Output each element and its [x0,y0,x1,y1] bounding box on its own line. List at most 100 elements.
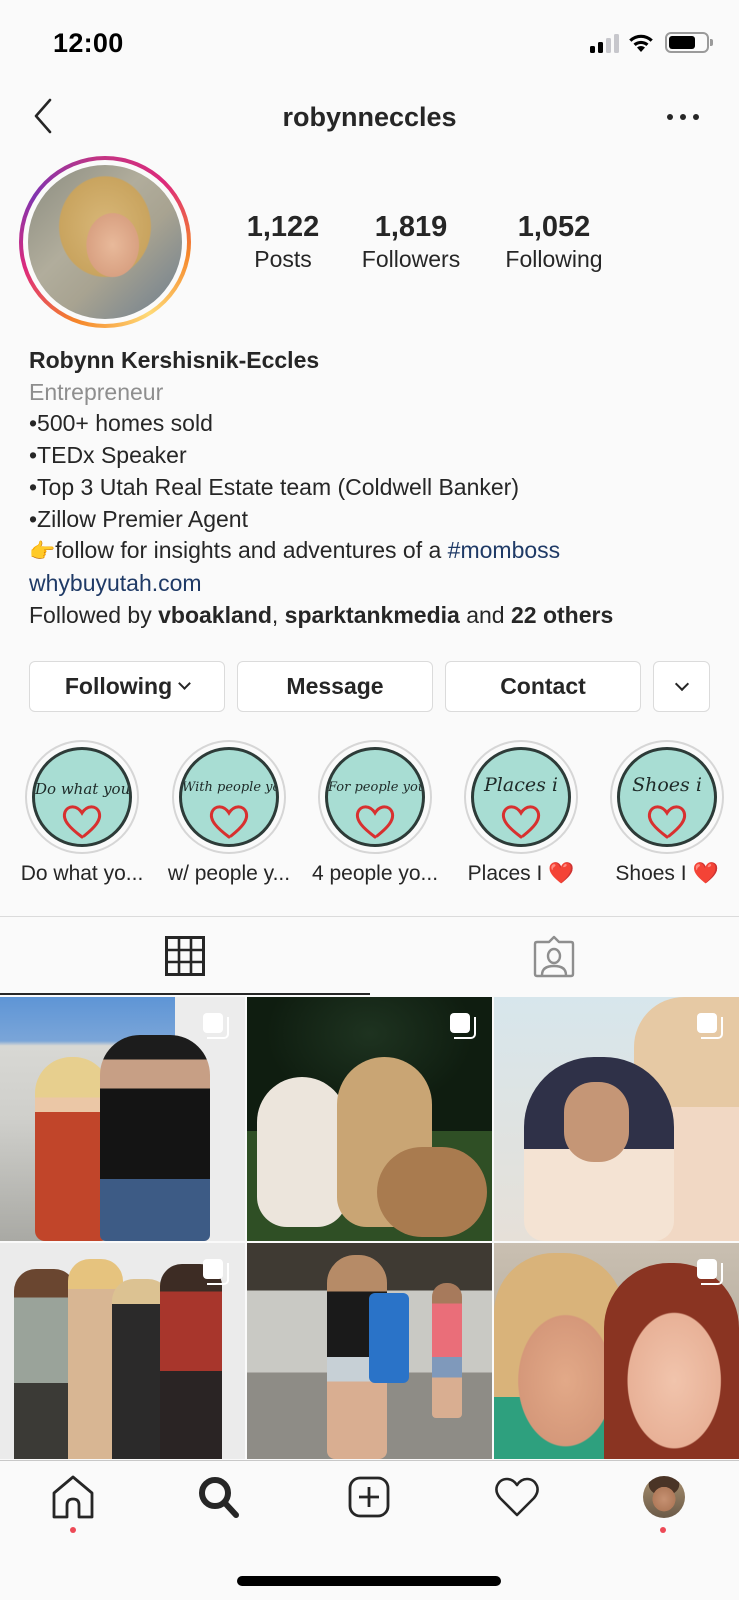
separator: , [271,601,285,628]
stat-posts-value: 1,122 [246,211,320,243]
post-grid [0,997,739,1459]
suggested-accounts-button[interactable] [653,661,710,712]
highlight-cover: Do what you [32,747,132,847]
nav-profile[interactable] [634,1467,694,1527]
highlight-cover-text: Shoes i [632,774,702,796]
highlight-label: 4 people yo... [311,862,439,885]
heart-icon [62,805,102,839]
stat-followers-label: Followers [361,246,461,272]
pointing-hand-emoji: 👉 [29,540,56,564]
highlight-cover: With people you [179,747,279,847]
notification-dot [70,1527,76,1533]
tagged-person-icon [534,935,575,978]
bio-line: •Zillow Premier Agent [29,505,248,532]
profile-avatar [643,1476,685,1518]
battery-icon [665,32,713,53]
highlight-cover: Places i [471,747,571,847]
followed-by-prefix: Followed by [29,601,159,628]
nav-search[interactable] [189,1467,249,1527]
add-post-icon [348,1476,390,1518]
profile-header: robynneccles [0,88,739,148]
highlight-label: Places I ❤️ [467,862,575,885]
following-button[interactable]: Following [29,661,225,712]
home-icon [52,1475,94,1519]
heart-icon [209,805,249,839]
grid-icon [164,936,205,976]
chevron-down-icon [674,676,689,691]
post-thumbnail[interactable] [0,997,245,1241]
multiple-photos-icon [203,1259,229,1285]
bio-line: •Top 3 Utah Real Estate team (Coldwell B… [29,473,519,500]
follower-username[interactable]: vboakland [158,602,272,628]
heart-icon [647,805,687,839]
highlight-cover-text: With people you [182,780,279,795]
contact-button-label: Contact [500,673,586,699]
bio-line: •500+ homes sold [29,410,213,437]
stat-following-label: Following [505,246,603,272]
profile-category: Entrepreneur [29,378,164,405]
bio-line: •TEDx Speaker [29,442,187,469]
followed-by[interactable]: Followed by vboakland, sparktankmedia an… [29,600,719,632]
following-button-label: Following [64,673,173,699]
stat-following[interactable]: 1,052 Following [484,210,624,274]
post-thumbnail[interactable] [494,997,739,1241]
profile-bio: Robynn Kershisnik-Eccles Entrepreneur •5… [29,345,719,631]
post-thumbnail[interactable] [247,1243,492,1459]
followers-others-count[interactable]: 22 others [511,602,613,628]
status-bar: 12:00 [0,0,739,90]
heart-icon [355,805,395,839]
bio-cta-line: 👉follow for insights and adventures of a… [29,535,719,568]
hashtag-link[interactable]: #momboss [448,537,560,563]
message-button[interactable]: Message [237,661,433,712]
profile-full-name: Robynn Kershisnik-Eccles [29,347,320,373]
highlight-label: Do what yo... [20,862,144,885]
highlight-item[interactable]: Do what you Do what yo... [17,740,147,886]
stat-following-value: 1,052 [517,211,591,243]
highlight-item[interactable]: With people you w/ people y... [164,740,294,886]
status-time: 12:00 [53,28,124,58]
highlight-item[interactable]: Places i Places I ❤️ [456,740,586,886]
highlight-label: Shoes I ❤️ [615,862,719,885]
heart-icon [495,1477,539,1517]
profile-avatar-story-ring[interactable] [19,156,191,328]
highlight-cover-text: Do what you [35,780,131,798]
username-title: robynneccles [282,102,457,132]
tab-grid[interactable] [0,917,370,995]
nav-home[interactable] [43,1467,103,1527]
more-options-button[interactable] [667,102,699,132]
profile-actions: Following Message Contact [29,661,710,712]
highlight-item[interactable]: Shoes i Shoes I ❤️ [602,740,732,886]
notification-dot [660,1527,666,1533]
profile-tabs [0,917,739,995]
website-link[interactable]: whybuyutah.com [29,568,719,600]
post-thumbnail[interactable] [494,1243,739,1459]
heart-icon [501,805,541,839]
bio-cta-text: follow for insights and adventures of a [55,537,448,564]
profile-avatar [28,165,182,319]
nav-new-post[interactable] [339,1467,399,1527]
stat-posts-label: Posts [254,246,312,272]
multiple-photos-icon [203,1013,229,1039]
cellular-signal-icon [590,33,619,53]
more-horizontal-icon [667,114,673,120]
stat-posts[interactable]: 1,122 Posts [230,210,336,274]
chevron-down-icon [178,677,192,690]
highlight-cover: Shoes i [617,747,717,847]
post-thumbnail[interactable] [0,1243,245,1459]
highlight-cover: For people you [325,747,425,847]
post-thumbnail[interactable] [247,997,492,1241]
follower-username[interactable]: sparktankmedia [285,602,460,628]
wifi-icon [629,34,653,52]
multiple-photos-icon [697,1013,723,1039]
stat-followers[interactable]: 1,819 Followers [338,210,484,274]
highlight-label: w/ people y... [167,862,291,885]
contact-button[interactable]: Contact [445,661,641,712]
nav-activity[interactable] [487,1467,547,1527]
highlight-item[interactable]: For people you 4 people yo... [310,740,440,886]
profile-stats: 1,122 Posts 1,819 Followers 1,052 Follow… [230,210,624,274]
highlight-cover-text: For people you [328,780,425,795]
message-button-label: Message [286,673,384,699]
multiple-photos-icon [697,1259,723,1285]
tab-tagged[interactable] [370,917,739,995]
multiple-photos-icon [450,1013,476,1039]
